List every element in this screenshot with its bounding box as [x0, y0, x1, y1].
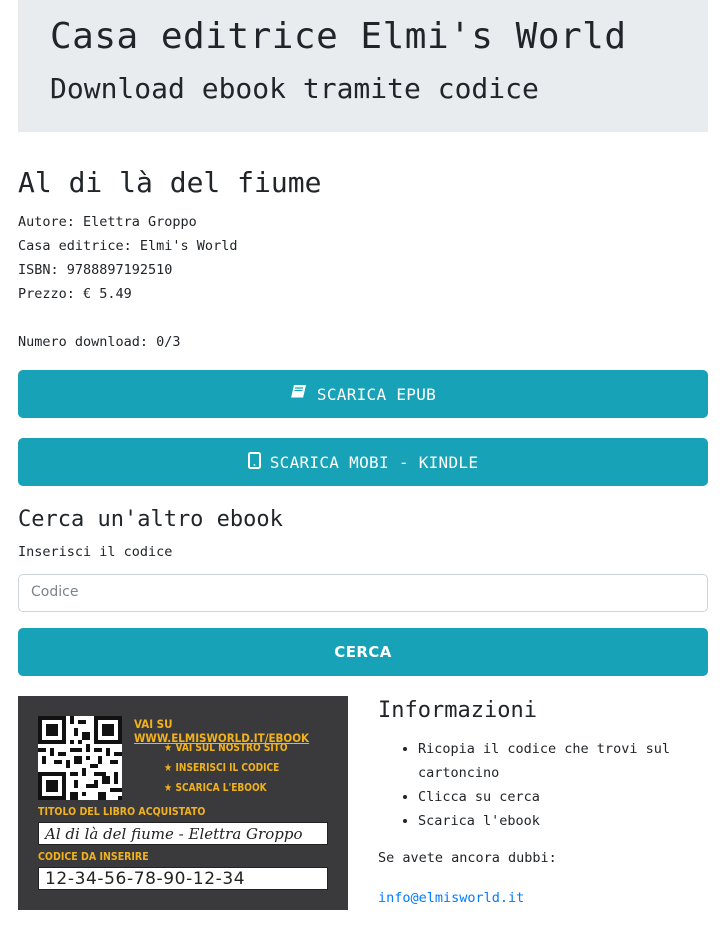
card-code-value: 12-34-56-78-90-12-34: [38, 867, 328, 890]
card-visit-text: VAI SU WWW.ELMISWORLD.IT/EBOOK: [134, 717, 348, 745]
code-input-wrapper: [18, 574, 708, 612]
card-step-2: ★ INSERISCI IL CODICE: [164, 762, 279, 774]
book-isbn: ISBN: 9788897192510: [18, 262, 173, 278]
info-item: Scarica l'ebook: [418, 809, 718, 833]
info-list: Ricopia il codice che trovi sul cartonci…: [378, 737, 718, 833]
card-code-label: CODICE DA INSERIRE: [38, 851, 149, 863]
download-mobi-button[interactable]: SCARICA MOBI - KINDLE: [18, 438, 708, 486]
search-button[interactable]: CERCA: [18, 628, 708, 676]
download-epub-label: SCARICA EPUB: [316, 384, 437, 404]
code-card-image: VAI SU WWW.ELMISWORLD.IT/EBOOK ★ VAI SUL …: [18, 696, 348, 910]
book-title: Al di là del fiume: [18, 166, 322, 199]
star-icon: ★: [164, 742, 173, 754]
qr-code-icon: [38, 716, 122, 800]
contact-email-link[interactable]: info@elmisworld.it: [378, 890, 524, 906]
code-input[interactable]: [19, 575, 703, 609]
jumbotron-header: Casa editrice Elmi's World Download eboo…: [18, 0, 708, 132]
code-label: Inserisci il codice: [18, 544, 173, 560]
book-icon: [290, 384, 308, 404]
download-mobi-label: SCARICA MOBI - KINDLE: [269, 452, 479, 472]
card-step-label: SCARICA L'EBOOK: [175, 782, 267, 794]
card-step-3: ★ SCARICA L'EBOOK: [164, 782, 267, 794]
star-icon: ★: [164, 782, 173, 794]
site-subtitle: Download ebook tramite codice: [50, 72, 539, 105]
download-count: Numero download: 0/3: [18, 334, 181, 350]
card-step-label: INSERISCI IL CODICE: [175, 762, 280, 774]
book-author: Autore: Elettra Groppo: [18, 214, 197, 230]
card-title-value: Al di là del fiume - Elettra Groppo: [38, 822, 328, 845]
info-heading: Informazioni: [378, 698, 537, 723]
info-item: Clicca su cerca: [418, 785, 718, 809]
download-epub-button[interactable]: SCARICA EPUB: [18, 370, 708, 418]
book-price: Prezzo: € 5.49: [18, 286, 132, 302]
doubts-text: Se avete ancora dubbi:: [378, 850, 557, 866]
card-title-label: TITOLO DEL LIBRO ACQUISTATO: [38, 806, 206, 818]
card-step-1: ★ VAI SUL NOSTRO SITO: [164, 742, 288, 754]
star-icon: ★: [164, 762, 173, 774]
card-step-label: VAI SUL NOSTRO SITO: [175, 742, 288, 754]
book-publisher: Casa editrice: Elmi's World: [18, 238, 238, 254]
info-item: Ricopia il codice che trovi sul cartonci…: [418, 737, 718, 785]
card-visit-prefix: VAI SU: [134, 717, 173, 731]
site-title: Casa editrice Elmi's World: [50, 16, 627, 57]
tablet-icon: [247, 451, 261, 473]
search-heading: Cerca un'altro ebook: [18, 507, 283, 532]
